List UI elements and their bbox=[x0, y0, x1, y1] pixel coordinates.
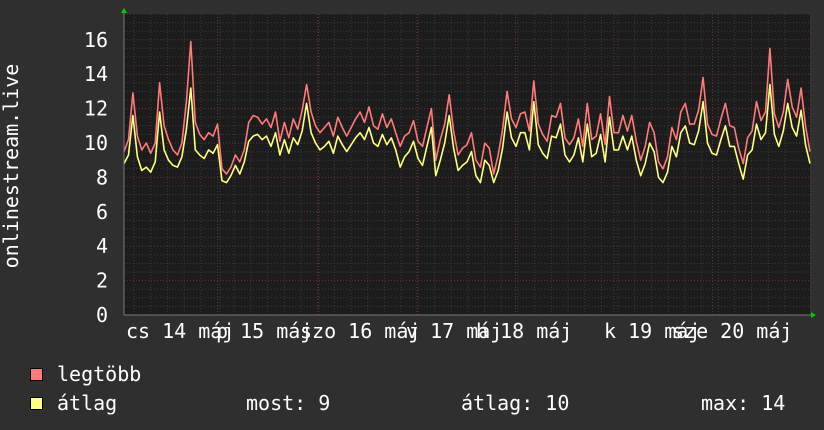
y-tick-label: 2 bbox=[96, 269, 108, 293]
stat-max: max: 14 bbox=[701, 391, 786, 415]
y-tick-label: 8 bbox=[96, 165, 108, 189]
x-axis-arrow bbox=[811, 312, 816, 318]
stat-average: átlag: 10 bbox=[461, 391, 570, 415]
x-tick-label: p 15 máj bbox=[216, 319, 312, 343]
y-tick-label: 6 bbox=[96, 200, 108, 224]
x-tick-label: h 18 máj bbox=[476, 319, 572, 343]
y-tick-label: 14 bbox=[84, 62, 108, 86]
y-axis-label: onlinestream.live bbox=[0, 64, 23, 269]
plot-area bbox=[124, 14, 810, 315]
y-tick-label: 0 bbox=[96, 303, 108, 327]
y-tick-label: 16 bbox=[84, 28, 108, 52]
x-tick-label: sze 20 máj bbox=[672, 319, 792, 343]
stat-now: most: 9 bbox=[246, 391, 331, 415]
legend-label-max: legtöbb bbox=[57, 362, 142, 386]
legend-item-avg: átlag bbox=[30, 391, 117, 415]
y-tick-label: 12 bbox=[84, 97, 108, 121]
legend-item-max: legtöbb bbox=[30, 362, 141, 386]
y-tick-label: 10 bbox=[84, 131, 108, 155]
legend-swatch-avg bbox=[30, 396, 43, 410]
y-axis-arrow bbox=[121, 8, 127, 13]
legend-swatch-max bbox=[30, 367, 43, 381]
x-tick-label: szo 16 máj bbox=[300, 319, 420, 343]
y-tick-label: 4 bbox=[96, 234, 108, 258]
legend-label-avg: átlag bbox=[57, 391, 118, 415]
